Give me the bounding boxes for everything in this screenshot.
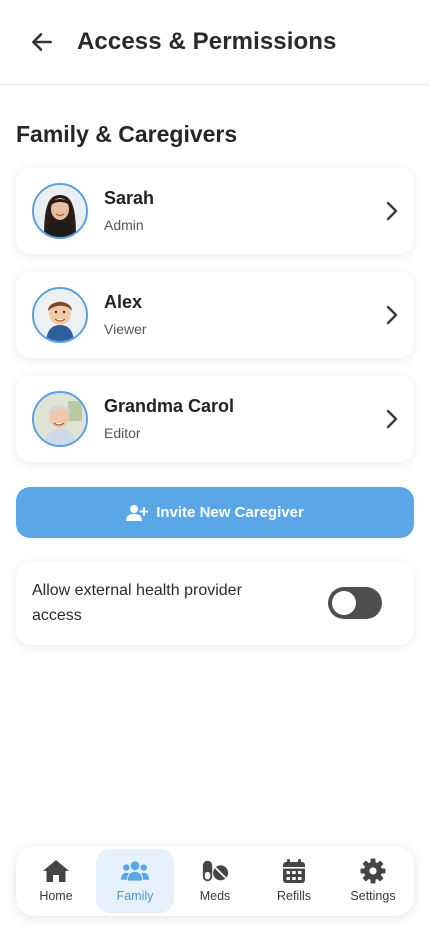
nav-item-meds[interactable]: Meds — [176, 849, 254, 913]
nav-item-refills[interactable]: Refills — [255, 849, 333, 913]
member-role: Editor — [104, 425, 141, 441]
back-button[interactable] — [26, 26, 58, 58]
arrow-left-icon — [32, 33, 52, 51]
section-title: Family & Caregivers — [16, 121, 238, 147]
external-access-toggle[interactable] — [328, 587, 382, 619]
invite-caregiver-button[interactable]: Invite New Caregiver — [16, 487, 414, 538]
bottom-nav: Home Family Meds Refills Settings — [16, 846, 414, 916]
nav-label: Meds — [199, 889, 231, 903]
nav-label: Home — [39, 889, 73, 903]
nav-label: Family — [116, 889, 154, 903]
member-name: Alex — [104, 292, 143, 312]
users-icon — [121, 861, 149, 881]
avatar — [32, 391, 88, 447]
external-access-label: Allow external health provider access — [32, 582, 242, 624]
member-card-sarah[interactable]: Sarah Admin — [16, 167, 414, 254]
access-permissions-screen: Access & Permissions Family & Caregivers… — [0, 0, 430, 932]
avatar — [32, 183, 88, 239]
nav-item-home[interactable]: Home — [17, 849, 95, 913]
member-card-grandma-carol[interactable]: Grandma Carol Editor — [16, 375, 414, 462]
member-name: Grandma Carol — [104, 396, 235, 416]
chevron-right-icon — [386, 305, 398, 325]
nav-item-settings[interactable]: Settings — [334, 849, 412, 913]
app-header: Access & Permissions — [0, 0, 430, 85]
member-card-alex[interactable]: Alex Viewer — [16, 271, 414, 358]
chevron-right-icon — [386, 409, 398, 429]
home-icon — [43, 860, 69, 882]
calendar-icon — [283, 859, 305, 883]
avatar — [32, 287, 88, 343]
external-access-card: Allow external health provider access — [16, 562, 414, 645]
chevron-right-icon — [386, 201, 398, 221]
invite-button-label: Invite New Caregiver — [156, 504, 304, 521]
user-plus-icon — [126, 504, 149, 521]
page-title: Access & Permissions — [77, 28, 337, 55]
toggle-knob — [332, 591, 356, 615]
member-name: Sarah — [104, 188, 155, 208]
nav-label: Refills — [276, 889, 312, 903]
nav-label: Settings — [350, 889, 396, 903]
gear-icon — [360, 858, 386, 884]
member-role: Viewer — [104, 321, 147, 337]
member-role: Admin — [104, 217, 144, 233]
pills-icon — [202, 860, 229, 882]
nav-item-family[interactable]: Family — [96, 849, 174, 913]
